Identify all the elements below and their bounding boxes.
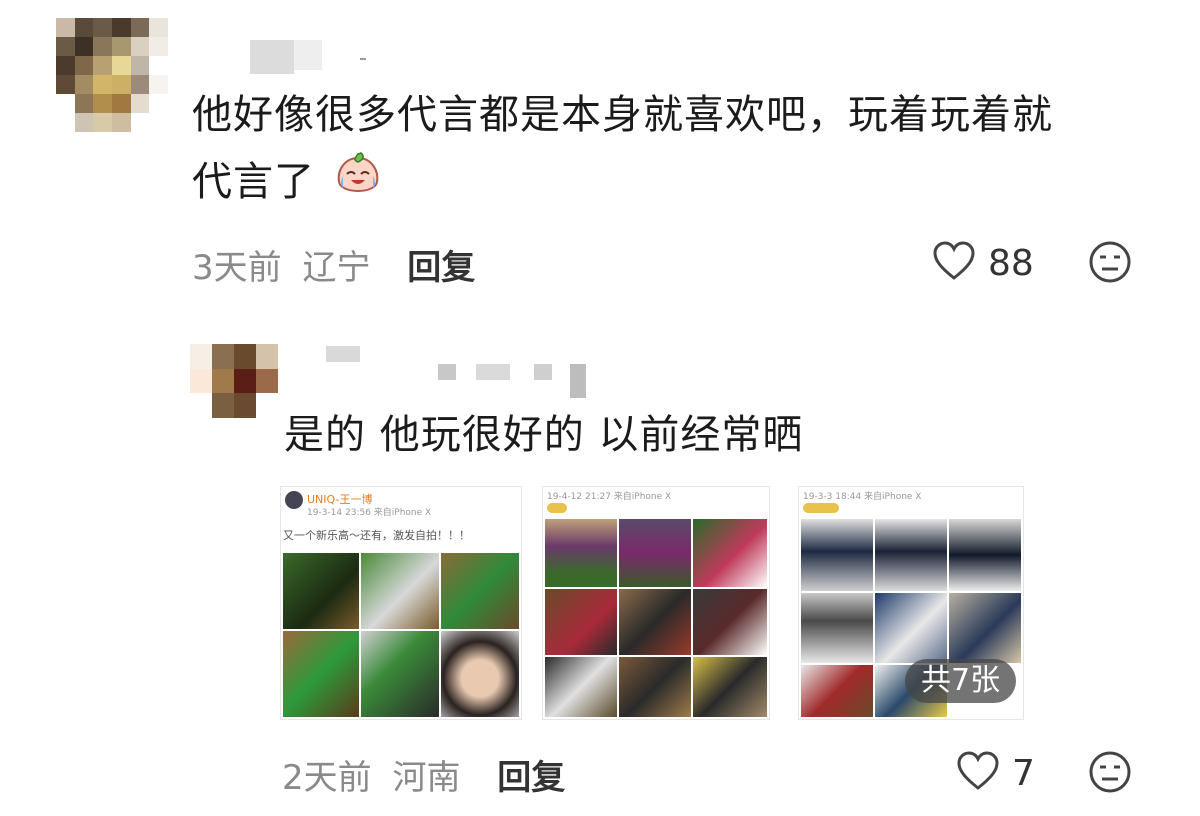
comment-location: 辽宁: [302, 248, 371, 288]
image-count-badge: 共7张: [905, 659, 1017, 703]
lego-photo: [619, 589, 691, 655]
comment-location: 河南: [392, 758, 461, 798]
lego-photo: [545, 657, 617, 717]
reply-button[interactable]: 回复: [497, 758, 565, 798]
lego-photo: [361, 553, 439, 629]
crying-laughing-peach-emoji: [333, 150, 383, 218]
lego-photo: [361, 631, 439, 717]
lego-photo: [875, 519, 947, 591]
like-count: 7: [1012, 752, 1035, 794]
lego-photo: [801, 665, 873, 717]
comment-2: 是的 他玩很好的 以前经常晒 UNIQ-王一博 19-3-14 23:56 来自…: [0, 330, 1200, 816]
selfie-photo: [441, 631, 519, 717]
comment-1: 他好像很多代言都是本身就喜欢吧，玩着玩着就 代言了 3天前 辽宁 回复 88: [0, 0, 1200, 300]
heart-outline-icon: [956, 751, 1000, 795]
lego-photo: [949, 519, 1021, 591]
image-header-time: 19-4-12 21:27 来自iPhone X: [547, 492, 672, 502]
lego-photo: [801, 519, 873, 591]
comment-meta: 3天前 辽宁 回复: [192, 240, 475, 289]
lego-photo: [441, 553, 519, 629]
avatar[interactable]: [190, 344, 278, 418]
comment-text-line2: 代言了: [192, 150, 383, 218]
username-blurred[interactable]: [326, 346, 360, 362]
lego-photo: [875, 593, 947, 663]
image-caption: 又一个新乐高～还有，激发自拍！！！: [283, 529, 470, 542]
lego-photo: [693, 519, 767, 587]
reply-button[interactable]: 回复: [407, 248, 475, 288]
username-dot: [360, 58, 366, 60]
heart-outline-icon: [932, 241, 976, 285]
image-avatar: [285, 491, 303, 509]
lego-photo: [283, 631, 359, 717]
lego-photo: [949, 593, 1021, 663]
lego-photo: [545, 519, 617, 587]
username-blurred-2: [438, 364, 456, 380]
lego-photo: [801, 593, 873, 663]
comment-meta: 2天前 河南 回复: [282, 750, 565, 799]
username-blurred-5: [570, 364, 586, 398]
lego-photo: [545, 589, 617, 655]
emoji-row: [803, 503, 839, 513]
comment-time: 2天前: [282, 758, 372, 798]
username-blurred-4: [534, 364, 552, 380]
emoji-row: [547, 503, 567, 513]
like-button[interactable]: 88: [932, 240, 1034, 286]
comment-image-1[interactable]: UNIQ-王一博 19-3-14 23:56 来自iPhone X 又一个新乐高…: [280, 486, 522, 720]
username-blurred[interactable]: [250, 40, 294, 74]
comment-text-line1: 他好像很多代言都是本身就喜欢吧，玩着玩着就: [192, 92, 1053, 138]
lego-photo: [283, 553, 359, 629]
image-header-time: 19-3-14 23:56 来自iPhone X: [307, 508, 432, 518]
like-button[interactable]: 7: [956, 750, 1035, 796]
avatar[interactable]: [56, 18, 168, 132]
lego-photo: [619, 657, 691, 717]
comment-image-3[interactable]: 19-3-3 18:44 来自iPhone X 共7张: [798, 486, 1024, 720]
lego-photo: [619, 519, 691, 587]
image-header-time: 19-3-3 18:44 来自iPhone X: [803, 492, 922, 502]
lego-photo: [693, 657, 767, 717]
username-blurred-2: [294, 40, 322, 70]
neutral-face-icon[interactable]: [1088, 750, 1132, 798]
username-blurred-3: [476, 364, 510, 380]
comment-text: 是的 他玩很好的 以前经常晒: [284, 412, 804, 458]
neutral-face-icon[interactable]: [1088, 240, 1132, 288]
comment-image-2[interactable]: 19-4-12 21:27 来自iPhone X: [542, 486, 770, 720]
lego-photo: [693, 589, 767, 655]
comment-text-line2-text: 代言了: [192, 159, 315, 205]
comment-time: 3天前: [192, 248, 282, 288]
like-count: 88: [988, 242, 1034, 284]
